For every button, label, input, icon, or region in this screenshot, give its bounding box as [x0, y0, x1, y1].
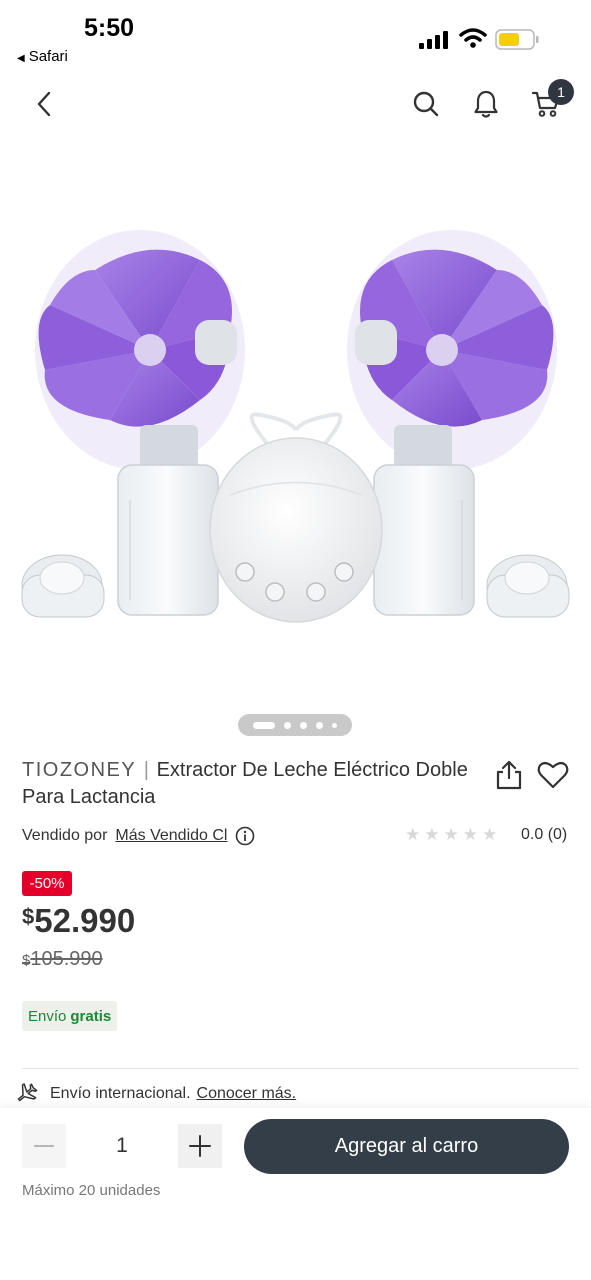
chevron-left-icon	[37, 91, 51, 117]
status-time: 5:50	[84, 14, 135, 42]
heart-icon	[537, 762, 569, 789]
carousel-dot[interactable]	[300, 721, 307, 729]
favorite-button[interactable]	[536, 759, 570, 791]
info-icon[interactable]	[235, 826, 255, 846]
carousel-dot-active[interactable]	[253, 721, 275, 729]
quantity-value[interactable]: 1	[66, 1124, 178, 1168]
search-icon	[413, 91, 439, 117]
left-triangle-icon: ◀	[17, 53, 25, 64]
cart-count-badge: 1	[548, 79, 574, 105]
currency-symbol: $	[22, 904, 35, 929]
wifi-icon	[459, 28, 487, 48]
star-icon: ★	[424, 825, 440, 844]
share-icon	[496, 760, 522, 790]
notifications-button[interactable]	[466, 84, 506, 124]
international-text: Envío internacional.	[50, 1085, 191, 1102]
minus-icon	[34, 1145, 54, 1147]
quantity-increase-button[interactable]	[178, 1124, 222, 1168]
airplane-icon	[17, 1083, 38, 1102]
seller-link[interactable]: Más Vendido Cl	[115, 827, 227, 845]
top-nav	[0, 78, 591, 134]
carousel-dot[interactable]	[284, 721, 291, 729]
product-title: TIOZONEY | Extractor De Leche Eléctrico …	[22, 757, 472, 811]
back-app-label: Safari	[28, 48, 68, 65]
shipping-label: Envío	[28, 1007, 67, 1025]
battery-icon	[495, 29, 539, 50]
image-carousel-indicator[interactable]	[238, 714, 352, 736]
divider	[22, 1068, 579, 1069]
carousel-dot[interactable]	[332, 722, 337, 728]
max-units-note: Máximo 20 unidades	[22, 1182, 161, 1199]
star-icon: ★	[462, 825, 478, 844]
bell-icon	[474, 90, 498, 118]
star-icon: ★	[482, 825, 498, 844]
share-button[interactable]	[493, 758, 525, 792]
search-button[interactable]	[406, 84, 446, 124]
discount-badge: -50%	[22, 871, 72, 896]
right-spare-part	[486, 554, 570, 618]
learn-more-link[interactable]: Conocer más.	[197, 1085, 297, 1103]
star-icon: ★	[443, 825, 459, 844]
quantity-decrease-button[interactable]	[22, 1124, 66, 1168]
original-price: $105.990	[22, 948, 103, 971]
status-bar: 5:50 ◀ Safari	[0, 0, 591, 72]
old-price-value: 105.990	[30, 948, 103, 970]
seller-label: Vendido por	[22, 827, 108, 844]
motor-unit	[209, 437, 383, 623]
shipping-value: gratis	[70, 1007, 112, 1025]
add-to-cart-button[interactable]: Agregar al carro	[244, 1119, 569, 1174]
plus-icon	[189, 1135, 211, 1157]
rating-stars[interactable]: ★ ★ ★ ★ ★	[405, 826, 497, 843]
international-shipping-row: Envío internacional. Conocer más.	[14, 1080, 296, 1108]
brand-name[interactable]: TIOZONEY	[22, 759, 136, 781]
breast-pump-product-photo[interactable]	[0, 140, 591, 710]
back-button[interactable]	[24, 84, 64, 124]
price-value: 52.990	[34, 902, 136, 939]
star-icon: ★	[405, 825, 421, 844]
free-shipping-badge: Envío gratis	[22, 1001, 118, 1031]
carousel-dot[interactable]	[316, 721, 323, 729]
cellular-signal-icon	[419, 31, 448, 49]
current-price: $52.990	[22, 902, 135, 940]
rating-summary[interactable]: 0.0 (0)	[521, 826, 567, 844]
back-to-safari[interactable]: ◀ Safari	[17, 48, 68, 65]
rating-value: 0.0	[521, 826, 544, 843]
left-spare-part	[21, 554, 105, 618]
rating-count: (0)	[547, 826, 568, 843]
title-separator: |	[143, 759, 149, 781]
